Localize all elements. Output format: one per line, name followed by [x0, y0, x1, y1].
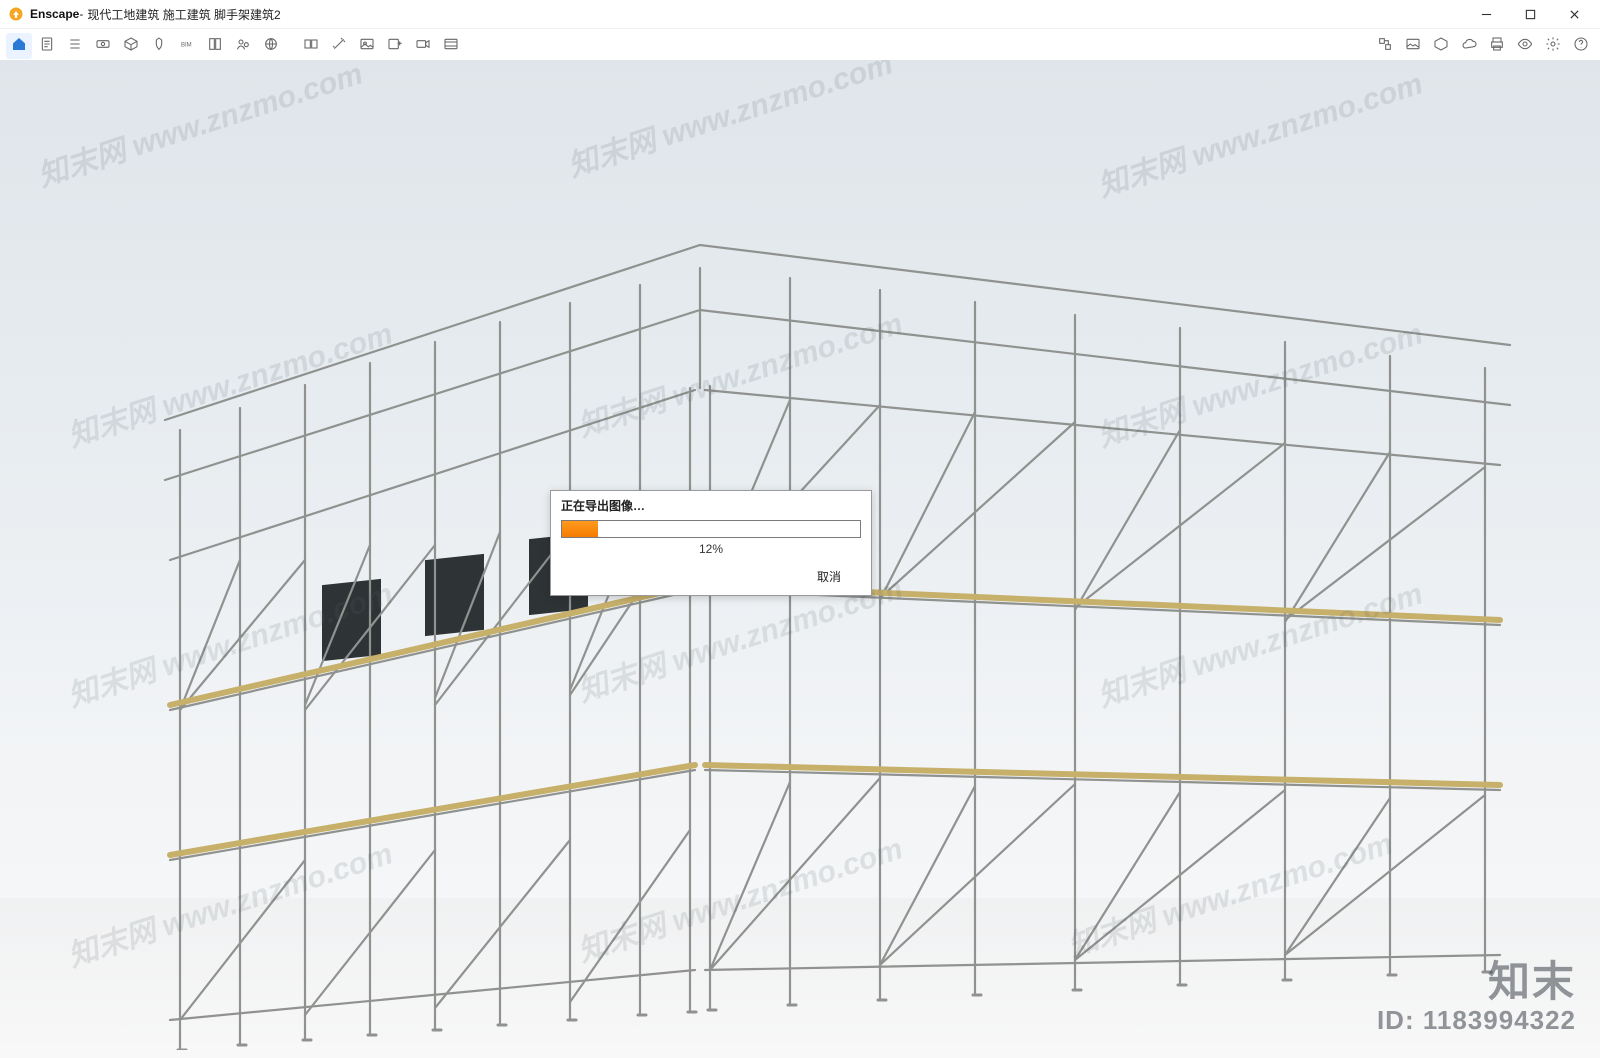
- home-icon: [11, 36, 27, 57]
- mono-icon: [443, 36, 459, 57]
- cancel-button[interactable]: 取消: [797, 566, 861, 587]
- title-separator: -: [79, 7, 83, 21]
- window-minimize-button[interactable]: [1464, 0, 1508, 28]
- list-icon: [67, 36, 83, 57]
- upload-button[interactable]: [1456, 33, 1482, 59]
- web-button[interactable]: [258, 33, 284, 59]
- asset-library-button[interactable]: [118, 33, 144, 59]
- general-settings-button[interactable]: [1540, 33, 1566, 59]
- svg-text:BIM: BIM: [181, 42, 192, 48]
- toolbar-group-left: BIM: [6, 33, 284, 59]
- globe-icon: [263, 36, 279, 57]
- export-progress-dialog: 正在导出图像… 12% 取消: [550, 490, 872, 596]
- cloud-icon: [1461, 36, 1477, 57]
- window-maximize-button[interactable]: [1508, 0, 1552, 28]
- site-context-button[interactable]: [146, 33, 172, 59]
- help-button[interactable]: [1568, 33, 1594, 59]
- batch-render-button[interactable]: [382, 33, 408, 59]
- eye-icon: [1517, 36, 1533, 57]
- progress-bar-fill: [562, 521, 598, 537]
- titlebar: Enscape - 现代工地建筑 施工建筑 脚手架建筑2: [0, 0, 1600, 29]
- image-icon: [359, 36, 375, 57]
- document-title: 现代工地建筑 施工建筑 脚手架建筑2: [87, 6, 280, 23]
- material-library-button[interactable]: [202, 33, 228, 59]
- manage-uploads-button[interactable]: [62, 33, 88, 59]
- camera-path-icon: [95, 36, 111, 57]
- wand-icon: [331, 36, 347, 57]
- bim-icon: BIM: [179, 36, 195, 57]
- progress-bar: [561, 520, 861, 538]
- print-button[interactable]: [1484, 33, 1510, 59]
- app-name: Enscape: [30, 7, 79, 21]
- app-logo-icon: [8, 6, 24, 22]
- image-export-button[interactable]: [1400, 33, 1426, 59]
- sync-views-button[interactable]: [298, 33, 324, 59]
- brand-name: 知末: [1377, 961, 1576, 1003]
- window-close-button[interactable]: [1552, 0, 1596, 28]
- library-icon: [207, 36, 223, 57]
- home-button[interactable]: [6, 33, 32, 59]
- visual-settings-button[interactable]: [1512, 33, 1538, 59]
- link-model-button[interactable]: [1372, 33, 1398, 59]
- scaffold-structure: [70, 150, 1550, 1050]
- sync-views-icon: [303, 36, 319, 57]
- picture-icon: [1405, 36, 1421, 57]
- video-icon: [415, 36, 431, 57]
- toolbar-group-mid: [298, 33, 464, 59]
- collab-button[interactable]: [230, 33, 256, 59]
- help-icon: [1573, 36, 1589, 57]
- image-plus-icon: [387, 36, 403, 57]
- brand-id: ID: 1183994322: [1377, 1005, 1576, 1036]
- main-toolbar: BIM 〈〉: [0, 29, 1600, 64]
- badge-icon: [151, 36, 167, 57]
- gear-icon: [1545, 36, 1561, 57]
- video-path-button[interactable]: [90, 33, 116, 59]
- best-quality-button[interactable]: [326, 33, 352, 59]
- manage-views-button[interactable]: [34, 33, 60, 59]
- watermark-brand: 知末 ID: 1183994322: [1377, 961, 1576, 1036]
- box-icon: [1433, 36, 1449, 57]
- screenshot-button[interactable]: [354, 33, 380, 59]
- render-viewport[interactable]: 知末网 www.znzmo.com 知末网 www.znzmo.com 知末网 …: [0, 60, 1600, 1058]
- 3d-export-button[interactable]: [1428, 33, 1454, 59]
- bim-button[interactable]: BIM: [174, 33, 200, 59]
- dialog-title: 正在导出图像…: [551, 491, 871, 518]
- toolbar-group-right: [1372, 33, 1594, 59]
- link-model-icon: [1377, 36, 1393, 57]
- video-button[interactable]: [410, 33, 436, 59]
- progress-percent-label: 12%: [551, 538, 871, 562]
- document-icon: [39, 36, 55, 57]
- cube-icon: [123, 36, 139, 57]
- collab-icon: [235, 36, 251, 57]
- panorama-button[interactable]: [438, 33, 464, 59]
- print-icon: [1489, 36, 1505, 57]
